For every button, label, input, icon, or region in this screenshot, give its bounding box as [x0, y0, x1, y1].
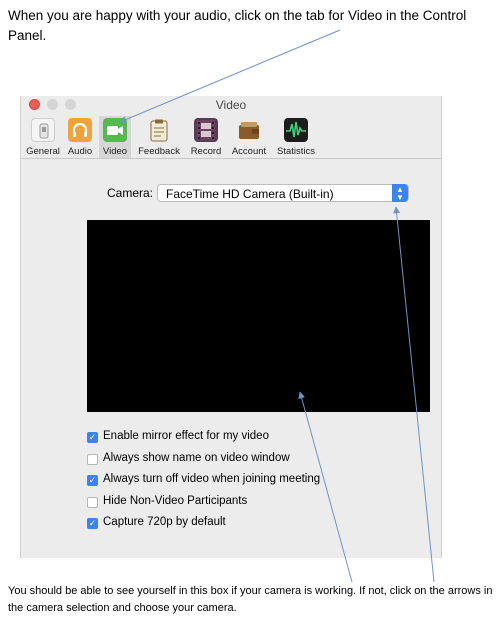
feedback-clipboard-icon: [147, 118, 171, 142]
account-wallet-icon: [237, 118, 261, 142]
record-filmstrip-icon: [194, 118, 218, 142]
preferences-window: Video General Audio Video Feedback Recor…: [20, 96, 442, 558]
checkbox-unchecked-icon[interactable]: [87, 496, 98, 508]
statistics-waveform-icon: [284, 118, 308, 142]
tab-video-label: Video: [102, 146, 128, 157]
tab-feedback-label: Feedback: [138, 146, 180, 157]
camera-select[interactable]: FaceTime HD Camera (Built-in) ▲ ▼: [157, 184, 409, 202]
option-capture-720p[interactable]: ✓ Capture 720p by default: [87, 516, 347, 538]
option-show-name[interactable]: Always show name on video window: [87, 452, 347, 474]
camera-row: Camera: FaceTime HD Camera (Built-in) ▲ ▼: [21, 184, 441, 204]
audio-headphones-icon: [68, 118, 92, 142]
tab-record[interactable]: Record: [187, 116, 225, 158]
option-label: Always turn off video when joining meeti…: [103, 473, 321, 485]
option-turn-off-video[interactable]: ✓ Always turn off video when joining mee…: [87, 473, 347, 495]
tab-video[interactable]: Video: [99, 116, 131, 158]
camera-label: Camera:: [107, 186, 154, 200]
tab-general-label: General: [26, 146, 60, 157]
preferences-toolbar: General Audio Video Feedback Record Acco…: [21, 116, 441, 159]
tab-audio[interactable]: Audio: [65, 116, 95, 158]
tab-account[interactable]: Account: [227, 116, 271, 158]
tab-audio-label: Audio: [67, 146, 93, 157]
option-label: Enable mirror effect for my video: [103, 430, 269, 442]
option-hide-non-video[interactable]: Hide Non-Video Participants: [87, 495, 347, 517]
title-bar: Video: [21, 96, 441, 114]
camera-select-value: FaceTime HD Camera (Built-in): [166, 187, 334, 201]
window-title: Video: [215, 98, 247, 112]
option-mirror-video[interactable]: ✓ Enable mirror effect for my video: [87, 430, 347, 452]
option-label: Always show name on video window: [103, 451, 290, 464]
instruction-bottom: You should be able to see yourself in th…: [8, 585, 493, 614]
tab-statistics[interactable]: Statistics: [273, 116, 319, 158]
video-camera-icon: [103, 118, 127, 142]
tab-account-label: Account: [231, 146, 267, 157]
checkbox-unchecked-icon[interactable]: [87, 453, 98, 465]
tab-feedback[interactable]: Feedback: [135, 116, 183, 158]
tab-general[interactable]: General: [25, 116, 61, 158]
option-label: Capture 720p by default: [103, 516, 226, 528]
general-switch-icon: [31, 118, 55, 142]
instruction-top: When you are happy with your audio, clic…: [8, 8, 467, 43]
option-label: Hide Non-Video Participants: [103, 494, 248, 507]
checkbox-checked-icon[interactable]: ✓: [87, 518, 98, 529]
checkbox-checked-icon[interactable]: ✓: [87, 432, 98, 443]
video-options: ✓ Enable mirror effect for my video Alwa…: [87, 430, 347, 538]
video-preview: [87, 220, 430, 412]
checkbox-checked-icon[interactable]: ✓: [87, 475, 98, 486]
tab-statistics-label: Statistics: [276, 146, 315, 157]
tab-record-label: Record: [190, 146, 222, 157]
camera-select-arrows-icon[interactable]: ▲ ▼: [392, 184, 408, 202]
